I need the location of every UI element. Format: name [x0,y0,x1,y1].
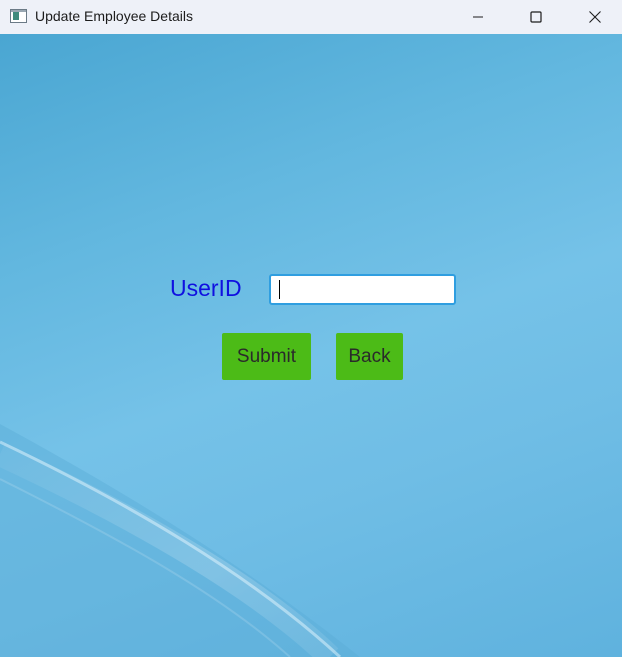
form-panel: UserID Submit Back [0,34,622,657]
window-title: Update Employee Details [35,8,193,24]
text-caret [279,280,280,299]
submit-button[interactable]: Submit [222,333,311,380]
maximize-button[interactable] [513,0,559,34]
app-icon [10,9,27,23]
userid-label: UserID [170,275,242,301]
background-swirl [0,424,360,657]
minimize-button[interactable] [455,0,501,34]
maximize-icon [530,11,542,23]
back-button[interactable]: Back [336,333,403,380]
title-bar[interactable]: Update Employee Details [0,0,622,34]
userid-input[interactable] [269,274,456,305]
app-window: Update Employee Details UserID Submit Ba… [0,0,622,657]
close-icon [589,11,601,23]
close-button[interactable] [572,0,618,34]
minimize-icon [473,16,483,18]
